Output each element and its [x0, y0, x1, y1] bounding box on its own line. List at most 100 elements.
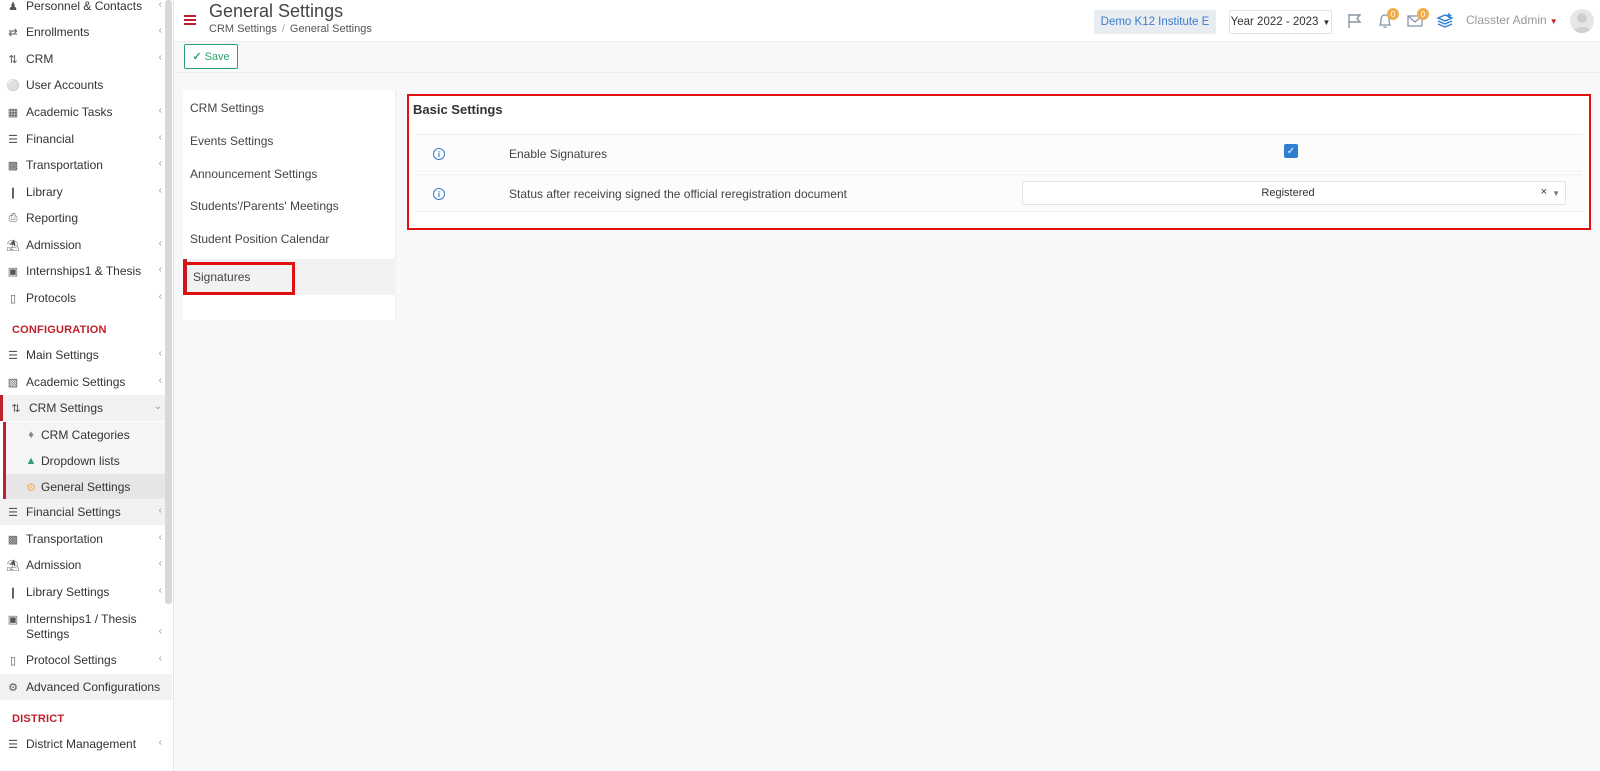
- settings-menu-crm-settings[interactable]: CRM Settings: [183, 92, 396, 124]
- sidebar-subitem-crm-categories[interactable]: ♦ CRM Categories: [3, 422, 172, 448]
- sidebar-item-financial[interactable]: ☰ Financial ‹: [0, 126, 172, 152]
- chevron-left-icon: ‹: [158, 348, 162, 359]
- printer-icon: ⎙: [8, 211, 18, 224]
- coins-icon: ☰: [8, 506, 18, 519]
- chevron-left-icon: ‹: [158, 653, 162, 664]
- sidebar-item-protocol-settings[interactable]: ▯ Protocol Settings ‹: [0, 647, 172, 673]
- transfer-icon: ⇄: [8, 26, 18, 39]
- sidebar-item-library[interactable]: ❙ Library ‹: [0, 179, 172, 205]
- sidebar-item-library-settings[interactable]: ❙ Library Settings ‹: [0, 579, 172, 605]
- page-title: General Settings: [209, 1, 344, 21]
- info-icon[interactable]: i: [433, 148, 445, 160]
- chevron-left-icon: ‹: [158, 25, 162, 36]
- books-icon: ❙: [8, 186, 18, 199]
- settings-menu-student-position-calendar[interactable]: Student Position Calendar: [183, 223, 396, 255]
- breadcrumb: CRM Settings / General Settings: [209, 23, 372, 35]
- institution-icon: ⛱: [6, 239, 20, 252]
- chevron-left-icon: ‹: [158, 105, 162, 116]
- enable-signatures-checkbox[interactable]: ✓: [1284, 144, 1298, 158]
- sliders-icon: ☰: [8, 349, 18, 362]
- caret-down-icon: ▼: [1322, 17, 1331, 27]
- chevron-left-icon: ‹: [158, 626, 162, 637]
- archive-icon: ▯: [9, 654, 17, 667]
- clear-icon[interactable]: ×: [1541, 186, 1547, 198]
- year-selector[interactable]: Year 2022 - 2023 ▼: [1229, 10, 1332, 34]
- sidebar-item-personnel-contacts[interactable]: ♟ Personnel & Contacts ‹: [0, 0, 172, 19]
- check-icon: ✓: [192, 51, 202, 63]
- notifications-badge: 0: [1387, 8, 1399, 20]
- save-button[interactable]: ✓ Save: [184, 44, 238, 69]
- shuffle-icon: ⇅: [11, 402, 21, 415]
- institution-icon: ⛱: [6, 559, 20, 572]
- sidebar-subitem-dropdown-lists[interactable]: ▲ Dropdown lists: [3, 448, 172, 474]
- sidebar-item-crm[interactable]: ⇅ CRM ‹: [0, 46, 172, 72]
- section-district: DISTRICT: [12, 713, 65, 725]
- bell-icon[interactable]: 0: [1376, 8, 1399, 30]
- sidebar-item-crm-settings[interactable]: ⇅ CRM Settings ⌄: [0, 395, 172, 421]
- status-select[interactable]: Registered × ▼: [1022, 181, 1566, 205]
- bus-icon: ▩: [7, 533, 19, 546]
- chevron-left-icon: ‹: [158, 532, 162, 543]
- grid-icon: ▦: [7, 106, 19, 119]
- sidebar-item-transportation[interactable]: ▩ Transportation ‹: [0, 152, 172, 178]
- settings-menu-events-settings[interactable]: Events Settings: [183, 125, 396, 157]
- sidebar-item-academic-tasks[interactable]: ▦ Academic Tasks ‹: [0, 99, 172, 125]
- chevron-left-icon: ‹: [158, 737, 162, 748]
- sidebar-item-academic-settings[interactable]: ▧ Academic Settings ‹: [0, 369, 172, 395]
- setting-row-enable-signatures: i Enable Signatures ✓: [415, 134, 1583, 172]
- people-icon: ♟: [8, 0, 18, 13]
- sidebar-item-internships-thesis-settings[interactable]: ▣ Internships1 / Thesis Settings ‹: [0, 606, 172, 646]
- sidebar-item-user-accounts[interactable]: ⚪ User Accounts: [0, 72, 172, 98]
- sitemap-icon: ▧: [7, 376, 19, 389]
- chevron-left-icon: ‹: [158, 185, 162, 196]
- settings-menu-announcement-settings[interactable]: Announcement Settings: [183, 158, 396, 190]
- toolbar: ✓ Save: [174, 42, 1600, 73]
- panel-title: Basic Settings: [413, 102, 503, 117]
- sidebar-item-admission[interactable]: ⛱ Admission ‹: [0, 232, 172, 258]
- bus-icon: ▩: [7, 159, 19, 172]
- institute-selector[interactable]: Demo K12 Institute E: [1094, 10, 1216, 34]
- chevron-left-icon: ‹: [158, 375, 162, 386]
- chevron-down-icon: ⌄: [153, 401, 162, 412]
- coins-icon: ☰: [8, 133, 18, 146]
- hamburger-menu-icon[interactable]: [184, 15, 196, 26]
- shuffle-icon: ⇅: [8, 53, 18, 66]
- sidebar: ♟ Personnel & Contacts ‹ ⇄ Enrollments ‹ ⇅ CR…: [0, 0, 174, 771]
- sidebar-subitem-general-settings[interactable]: ⚙ General Settings: [3, 474, 172, 500]
- settings-menu-meetings[interactable]: Students'/Parents' Meetings: [183, 190, 396, 222]
- chevron-left-icon: ‹: [158, 558, 162, 569]
- sidebar-item-advanced-configurations[interactable]: ⚙ Advanced Configurations: [0, 674, 172, 700]
- sidebar-item-main-settings[interactable]: ☰ Main Settings ‹: [0, 342, 172, 368]
- list-icon: ☰: [8, 738, 18, 751]
- sidebar-item-district-management[interactable]: ☰ District Management ‹: [0, 731, 172, 757]
- settings-menu-signatures[interactable]: Signatures: [183, 259, 396, 295]
- section-configuration: CONFIGURATION: [12, 324, 107, 336]
- flag-icon[interactable]: [1346, 12, 1364, 30]
- sidebar-scrollbar[interactable]: [165, 0, 172, 604]
- caret-down-icon[interactable]: ▼: [1552, 189, 1560, 198]
- user-menu[interactable]: Classter Admin ▼: [1466, 13, 1558, 27]
- sidebar-item-financial-settings[interactable]: ☰ Financial Settings ‹: [0, 499, 172, 525]
- envelope-icon[interactable]: 0: [1406, 8, 1429, 30]
- books-icon: ❙: [8, 586, 18, 599]
- chevron-left-icon: ‹: [158, 264, 162, 275]
- sidebar-item-transportation-settings[interactable]: ▩ Transportation ‹: [0, 526, 172, 552]
- chevron-left-icon: ‹: [158, 505, 162, 516]
- chevron-left-icon: ‹: [158, 52, 162, 63]
- sidebar-item-reporting[interactable]: ⎙ Reporting: [0, 205, 172, 231]
- messages-badge: 0: [1417, 8, 1429, 20]
- sidebar-item-enrollments[interactable]: ⇄ Enrollments ‹: [0, 19, 172, 45]
- sidebar-item-admission-settings[interactable]: ⛱ Admission ‹: [0, 552, 172, 578]
- setting-label: Status after receiving signed the offici…: [509, 187, 847, 201]
- top-header: General Settings CRM Settings / General Se…: [174, 0, 1600, 42]
- box-icon: ▣: [7, 613, 19, 626]
- setting-row-status-after-signing: i Status after receiving signed the offi…: [415, 174, 1583, 212]
- layers-add-icon[interactable]: [1436, 12, 1454, 30]
- breadcrumb-crm-settings[interactable]: CRM Settings: [209, 23, 277, 35]
- sidebar-item-internships-thesis[interactable]: ▣ Internships1 & Thesis ‹: [0, 258, 172, 284]
- chevron-left-icon: ‹: [158, 0, 162, 10]
- archive-icon: ▯: [9, 292, 17, 305]
- info-icon[interactable]: i: [433, 188, 445, 200]
- sidebar-item-protocols[interactable]: ▯ Protocols ‹: [0, 285, 172, 311]
- avatar[interactable]: [1570, 9, 1594, 33]
